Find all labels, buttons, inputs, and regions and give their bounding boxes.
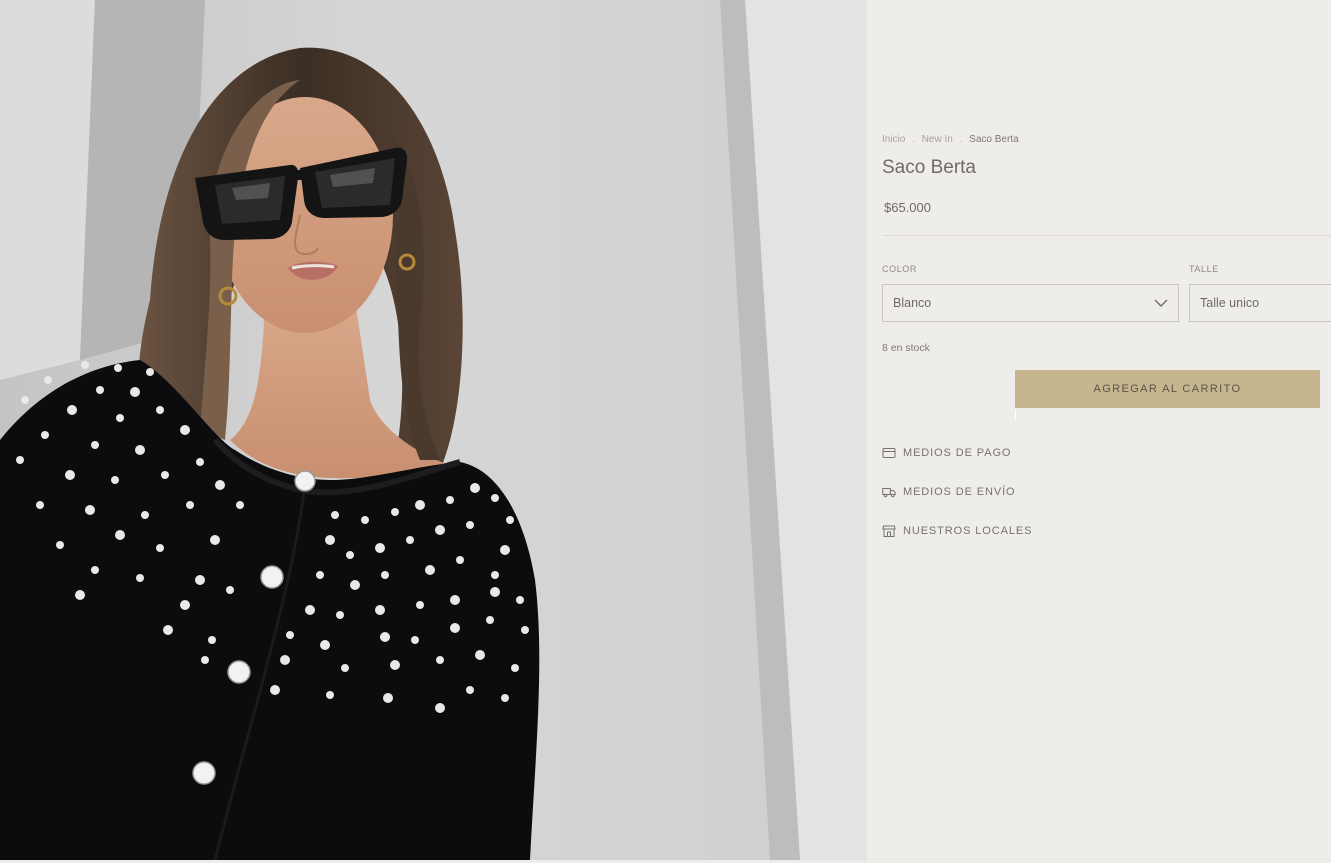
size-select-value: Talle unico [1200,296,1260,310]
breadcrumb-item-new-in[interactable]: New In [922,134,953,145]
stores-link[interactable]: NUESTROS LOCALES [882,524,1032,538]
color-select-value: Blanco [893,296,932,310]
stock-status: 8 en stock [882,342,930,354]
shipping-methods-label: MEDIOS DE ENVÍO [903,486,1016,498]
size-label: TALLE [1189,264,1219,274]
product-info-panel: Inicio . New In . Saco Berta Saco Berta … [867,0,1331,863]
chevron-down-icon [1154,299,1168,307]
breadcrumb-separator: . [912,134,915,145]
breadcrumb-separator: . [959,134,963,145]
product-photo-illustration [0,0,867,860]
breadcrumb: Inicio . New In . Saco Berta [882,134,1019,145]
product-photo[interactable] [0,0,867,860]
breadcrumb-item-current: Saco Berta [969,134,1019,145]
product-title: Saco Berta [882,157,976,178]
color-select[interactable]: Blanco [882,284,1179,322]
payment-methods-link[interactable]: MEDIOS DE PAGO [882,446,1011,460]
divider [882,235,1331,236]
store-icon [882,525,896,537]
shipping-methods-link[interactable]: MEDIOS DE ENVÍO [882,485,1016,499]
size-select[interactable]: Talle unico [1189,284,1331,322]
credit-card-icon [882,448,896,458]
breadcrumb-item-inicio[interactable]: Inicio [882,134,905,145]
text-cursor [1015,410,1016,421]
add-to-cart-button[interactable]: AGREGAR AL CARRITO [1015,370,1320,408]
color-label: COLOR [882,264,918,274]
stores-label: NUESTROS LOCALES [903,525,1033,537]
truck-icon [882,488,896,498]
payment-methods-label: MEDIOS DE PAGO [903,447,1012,459]
product-price: $65.000 [884,200,931,215]
